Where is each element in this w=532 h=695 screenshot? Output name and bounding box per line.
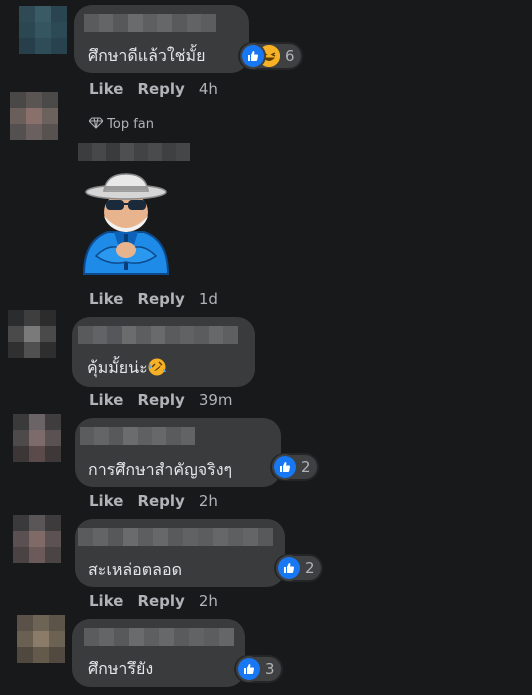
- like-icon: [278, 557, 300, 579]
- avatar[interactable]: [13, 515, 61, 563]
- like-button[interactable]: Like: [89, 592, 123, 610]
- like-button[interactable]: Like: [89, 80, 123, 98]
- avatar[interactable]: [8, 310, 56, 358]
- like-button[interactable]: Like: [89, 492, 123, 510]
- reaction-count: 3: [265, 660, 275, 678]
- comment-text-body: คุ้มมั้ยน่ะ: [87, 358, 148, 377]
- comment-text: ศึกษาดีแล้วใช่มั้ย: [88, 46, 206, 65]
- author-name-redacted[interactable]: [78, 143, 190, 161]
- reply-button[interactable]: Reply: [137, 290, 184, 308]
- reaction-summary[interactable]: 6: [240, 44, 301, 68]
- top-fan-label: Top fan: [107, 117, 154, 131]
- comment-text: คุ้มมั้ยน่ะ: [87, 356, 166, 381]
- author-name-redacted[interactable]: [78, 528, 275, 546]
- timestamp[interactable]: 2h: [199, 492, 218, 510]
- reaction-count: 2: [305, 559, 315, 577]
- avatar[interactable]: [19, 6, 67, 54]
- reply-button[interactable]: Reply: [137, 492, 184, 510]
- comment-text: การศึกษาสำคัญจริงๆ: [88, 460, 233, 479]
- rolling-on-floor-laughing-emoji: [148, 358, 166, 376]
- reply-button[interactable]: Reply: [137, 80, 184, 98]
- old-man-in-blue-jacket-sticker[interactable]: [78, 170, 174, 282]
- author-name-redacted[interactable]: [84, 628, 234, 646]
- like-button[interactable]: Like: [89, 290, 123, 308]
- like-icon: [274, 456, 296, 478]
- reaction-summary[interactable]: 2: [276, 556, 321, 580]
- reaction-summary[interactable]: 3: [236, 657, 281, 681]
- avatar[interactable]: [10, 92, 58, 140]
- reaction-summary[interactable]: 2: [272, 455, 317, 479]
- like-button[interactable]: Like: [89, 391, 123, 409]
- like-icon: [242, 45, 264, 67]
- top-fan-badge: Top fan: [89, 117, 154, 131]
- reaction-count: 2: [301, 458, 311, 476]
- timestamp[interactable]: 4h: [199, 80, 218, 98]
- author-name-redacted[interactable]: [78, 326, 238, 344]
- timestamp[interactable]: 2h: [199, 592, 218, 610]
- like-icon: [238, 658, 260, 680]
- author-name-redacted[interactable]: [84, 14, 216, 32]
- avatar[interactable]: [17, 615, 65, 663]
- author-name-redacted[interactable]: [80, 427, 195, 445]
- comment-text: ศึกษารึยัง: [88, 659, 154, 678]
- timestamp[interactable]: 39m: [199, 391, 233, 409]
- avatar[interactable]: [13, 414, 61, 462]
- timestamp[interactable]: 1d: [199, 290, 218, 308]
- comment-text: สะเหล่อตลอด: [88, 560, 182, 579]
- reaction-count: 6: [285, 47, 295, 65]
- reply-button[interactable]: Reply: [137, 592, 184, 610]
- reply-button[interactable]: Reply: [137, 391, 184, 409]
- diamond-icon: [89, 117, 104, 129]
